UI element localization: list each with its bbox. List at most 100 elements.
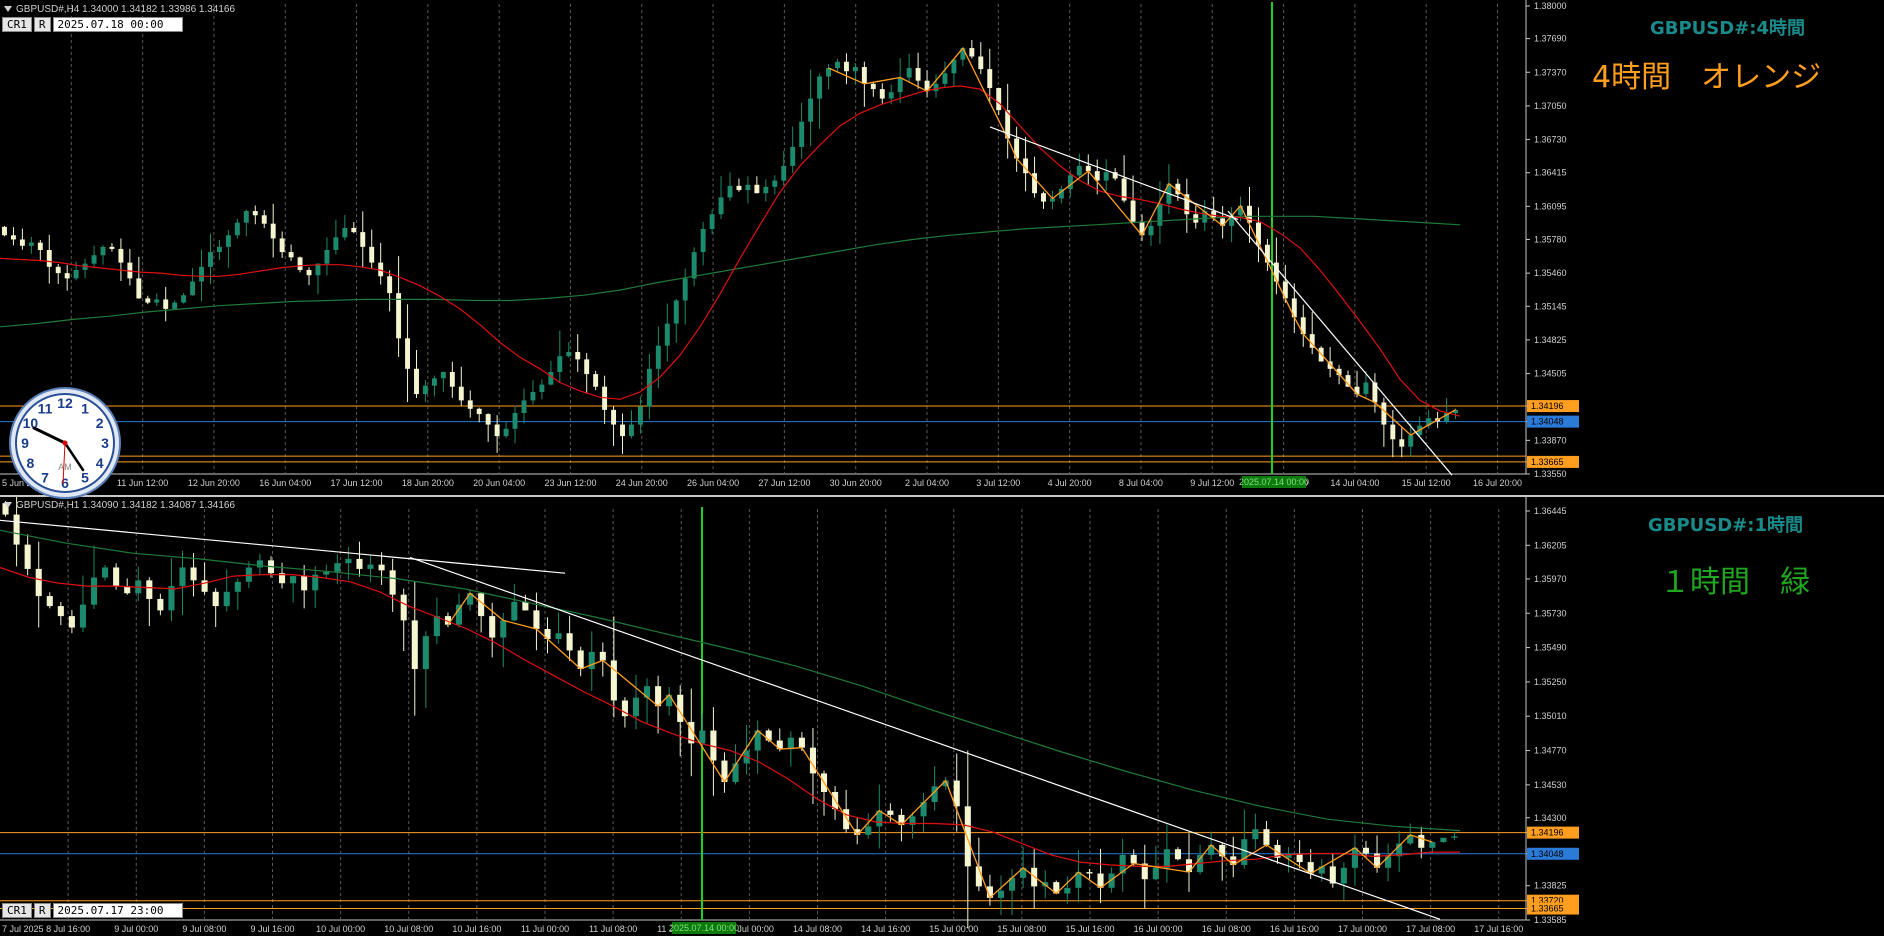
h4-r-button[interactable]: R bbox=[33, 17, 51, 32]
y-tick-label: 1.35145 bbox=[1534, 301, 1567, 311]
zigzag-line bbox=[828, 46, 1456, 436]
candle-body bbox=[1064, 887, 1071, 894]
h4-datetime-field[interactable]: 2025.07.18 00:00 bbox=[52, 17, 183, 32]
clock-number: 5 bbox=[81, 470, 89, 486]
candle-body bbox=[1241, 839, 1248, 865]
candle-body bbox=[334, 563, 341, 572]
candle-body bbox=[35, 568, 42, 597]
candle-body bbox=[252, 211, 258, 216]
chart-panel-h4[interactable]: 5 Jun 202510 Jun 04:0011 Jun 12:0012 Jun… bbox=[0, 0, 1884, 495]
cursor-time-label: 2025.07.14 00:00 bbox=[669, 923, 739, 933]
h4-cr-button[interactable]: CR1 bbox=[2, 17, 32, 32]
candle-body bbox=[157, 598, 164, 611]
clock-number: 12 bbox=[57, 395, 73, 411]
h1-datetime-box[interactable]: CR1 R 2025.07.17 23:00 bbox=[2, 903, 185, 918]
candle-body bbox=[727, 185, 733, 198]
candle-body bbox=[270, 223, 276, 239]
clock-number: 6 bbox=[61, 475, 69, 491]
candle-body bbox=[1408, 435, 1414, 447]
zigzag-line bbox=[447, 592, 1433, 899]
candle-body bbox=[709, 214, 715, 229]
candle-body bbox=[987, 69, 993, 89]
candle-body bbox=[1451, 836, 1458, 838]
x-tick-label: 16 Jul 20:00 bbox=[1473, 478, 1522, 488]
candle-body bbox=[1130, 200, 1136, 222]
candle-body bbox=[1163, 849, 1170, 868]
h1-header-text: GBPUSD#,H1 1.34090 1.34182 1.34087 1.341… bbox=[16, 500, 236, 511]
cursor-time-label: 2025.07.14 00:00 bbox=[1239, 477, 1309, 487]
dropdown-triangle-icon[interactable] bbox=[4, 6, 12, 13]
y-tick-label: 1.34505 bbox=[1534, 369, 1567, 379]
candle-body bbox=[2, 226, 7, 236]
candle-body bbox=[288, 252, 294, 258]
candle-body bbox=[646, 368, 652, 407]
trend-line[interactable] bbox=[409, 556, 1441, 920]
x-tick-label: 16 Jul 00:00 bbox=[1134, 924, 1183, 934]
h4-header-text: GBPUSD#,H4 1.34000 1.34182 1.33986 1.341… bbox=[16, 4, 236, 15]
candle-body bbox=[1103, 172, 1109, 181]
candle-body bbox=[422, 636, 429, 670]
y-tick-label: 1.34770 bbox=[1534, 746, 1567, 756]
candle-body bbox=[611, 409, 617, 425]
candle-body bbox=[593, 374, 599, 387]
y-tick-label: 1.37050 bbox=[1534, 101, 1567, 111]
candle-body bbox=[360, 232, 366, 247]
h4-datetime-box[interactable]: CR1 R 2025.07.18 00:00 bbox=[2, 17, 185, 32]
x-tick-label: 4 Jul 20:00 bbox=[1048, 478, 1092, 488]
h1-datetime-field[interactable]: 2025.07.17 23:00 bbox=[52, 903, 183, 918]
candle-body bbox=[1362, 847, 1370, 854]
candle-body bbox=[1381, 402, 1387, 425]
h1-cr-button[interactable]: CR1 bbox=[2, 903, 32, 918]
candle-body bbox=[522, 601, 529, 611]
candle-body bbox=[476, 408, 482, 415]
h1-r-button[interactable]: R bbox=[33, 903, 51, 918]
candle-body bbox=[261, 215, 267, 224]
candle-body bbox=[46, 596, 53, 607]
h4-header: GBPUSD#,H4 1.34000 1.34182 1.33986 1.341… bbox=[4, 4, 235, 15]
price-label: 1.34048 bbox=[1531, 849, 1564, 859]
candle-body bbox=[1041, 193, 1046, 202]
candle-body bbox=[798, 737, 805, 748]
x-tick-label: 17 Jun 12:00 bbox=[331, 478, 383, 488]
candle-body bbox=[400, 594, 407, 621]
dropdown-triangle-icon[interactable] bbox=[4, 502, 12, 509]
candle-body bbox=[37, 242, 43, 250]
y-tick-label: 1.36415 bbox=[1534, 168, 1567, 178]
candle-body bbox=[387, 276, 393, 294]
x-tick-label: 11 Jun 12:00 bbox=[117, 478, 168, 488]
candle-body bbox=[19, 239, 25, 246]
candle-body bbox=[632, 697, 640, 717]
candle-body bbox=[772, 180, 778, 187]
y-tick-label: 1.34300 bbox=[1534, 813, 1567, 823]
candle-body bbox=[512, 413, 518, 429]
chart-panel-h1[interactable]: 7 Jul 2025 8 Jul 16:00 9 Jul 00:00 9 Jul 08… bbox=[0, 497, 1884, 936]
h1-chart-canvas[interactable]: 7 Jul 2025 8 Jul 16:00 9 Jul 00:00 9 Jul 08… bbox=[0, 497, 1884, 936]
candle-body bbox=[718, 197, 724, 215]
candle-body bbox=[1390, 424, 1396, 440]
candle-body bbox=[405, 338, 411, 369]
candle-body bbox=[969, 48, 975, 57]
price-label: 1.33665 bbox=[1531, 457, 1564, 467]
x-tick-label: 8 Jul 04:00 bbox=[1119, 478, 1163, 488]
candle-body bbox=[179, 567, 186, 587]
candle-body bbox=[978, 56, 984, 70]
x-tick-label: 17 Jul 08:00 bbox=[1406, 924, 1455, 934]
x-tick-label: 10 Jul 08:00 bbox=[384, 924, 433, 934]
price-label: 1.34196 bbox=[1531, 401, 1564, 411]
trend-line[interactable] bbox=[1227, 210, 1453, 476]
y-tick-label: 1.36205 bbox=[1534, 540, 1567, 550]
x-tick-label: 16 Jun 04:00 bbox=[259, 478, 311, 488]
candle-body bbox=[700, 228, 706, 253]
candle-body bbox=[566, 633, 573, 651]
x-tick-label: 9 Jul 00:00 bbox=[114, 924, 158, 934]
candle-body bbox=[369, 246, 375, 263]
candle-body bbox=[1399, 439, 1405, 447]
h1-caption: １時間 緑 bbox=[1660, 565, 1810, 600]
candle-body bbox=[1263, 829, 1270, 845]
candle-body bbox=[297, 257, 303, 270]
y-tick-label: 1.33550 bbox=[1534, 469, 1567, 479]
x-tick-label: 23 Jun 12:00 bbox=[544, 478, 596, 488]
candle-body bbox=[588, 651, 595, 670]
price-label: 1.33665 bbox=[1531, 904, 1564, 914]
clock-number: 11 bbox=[38, 400, 53, 416]
